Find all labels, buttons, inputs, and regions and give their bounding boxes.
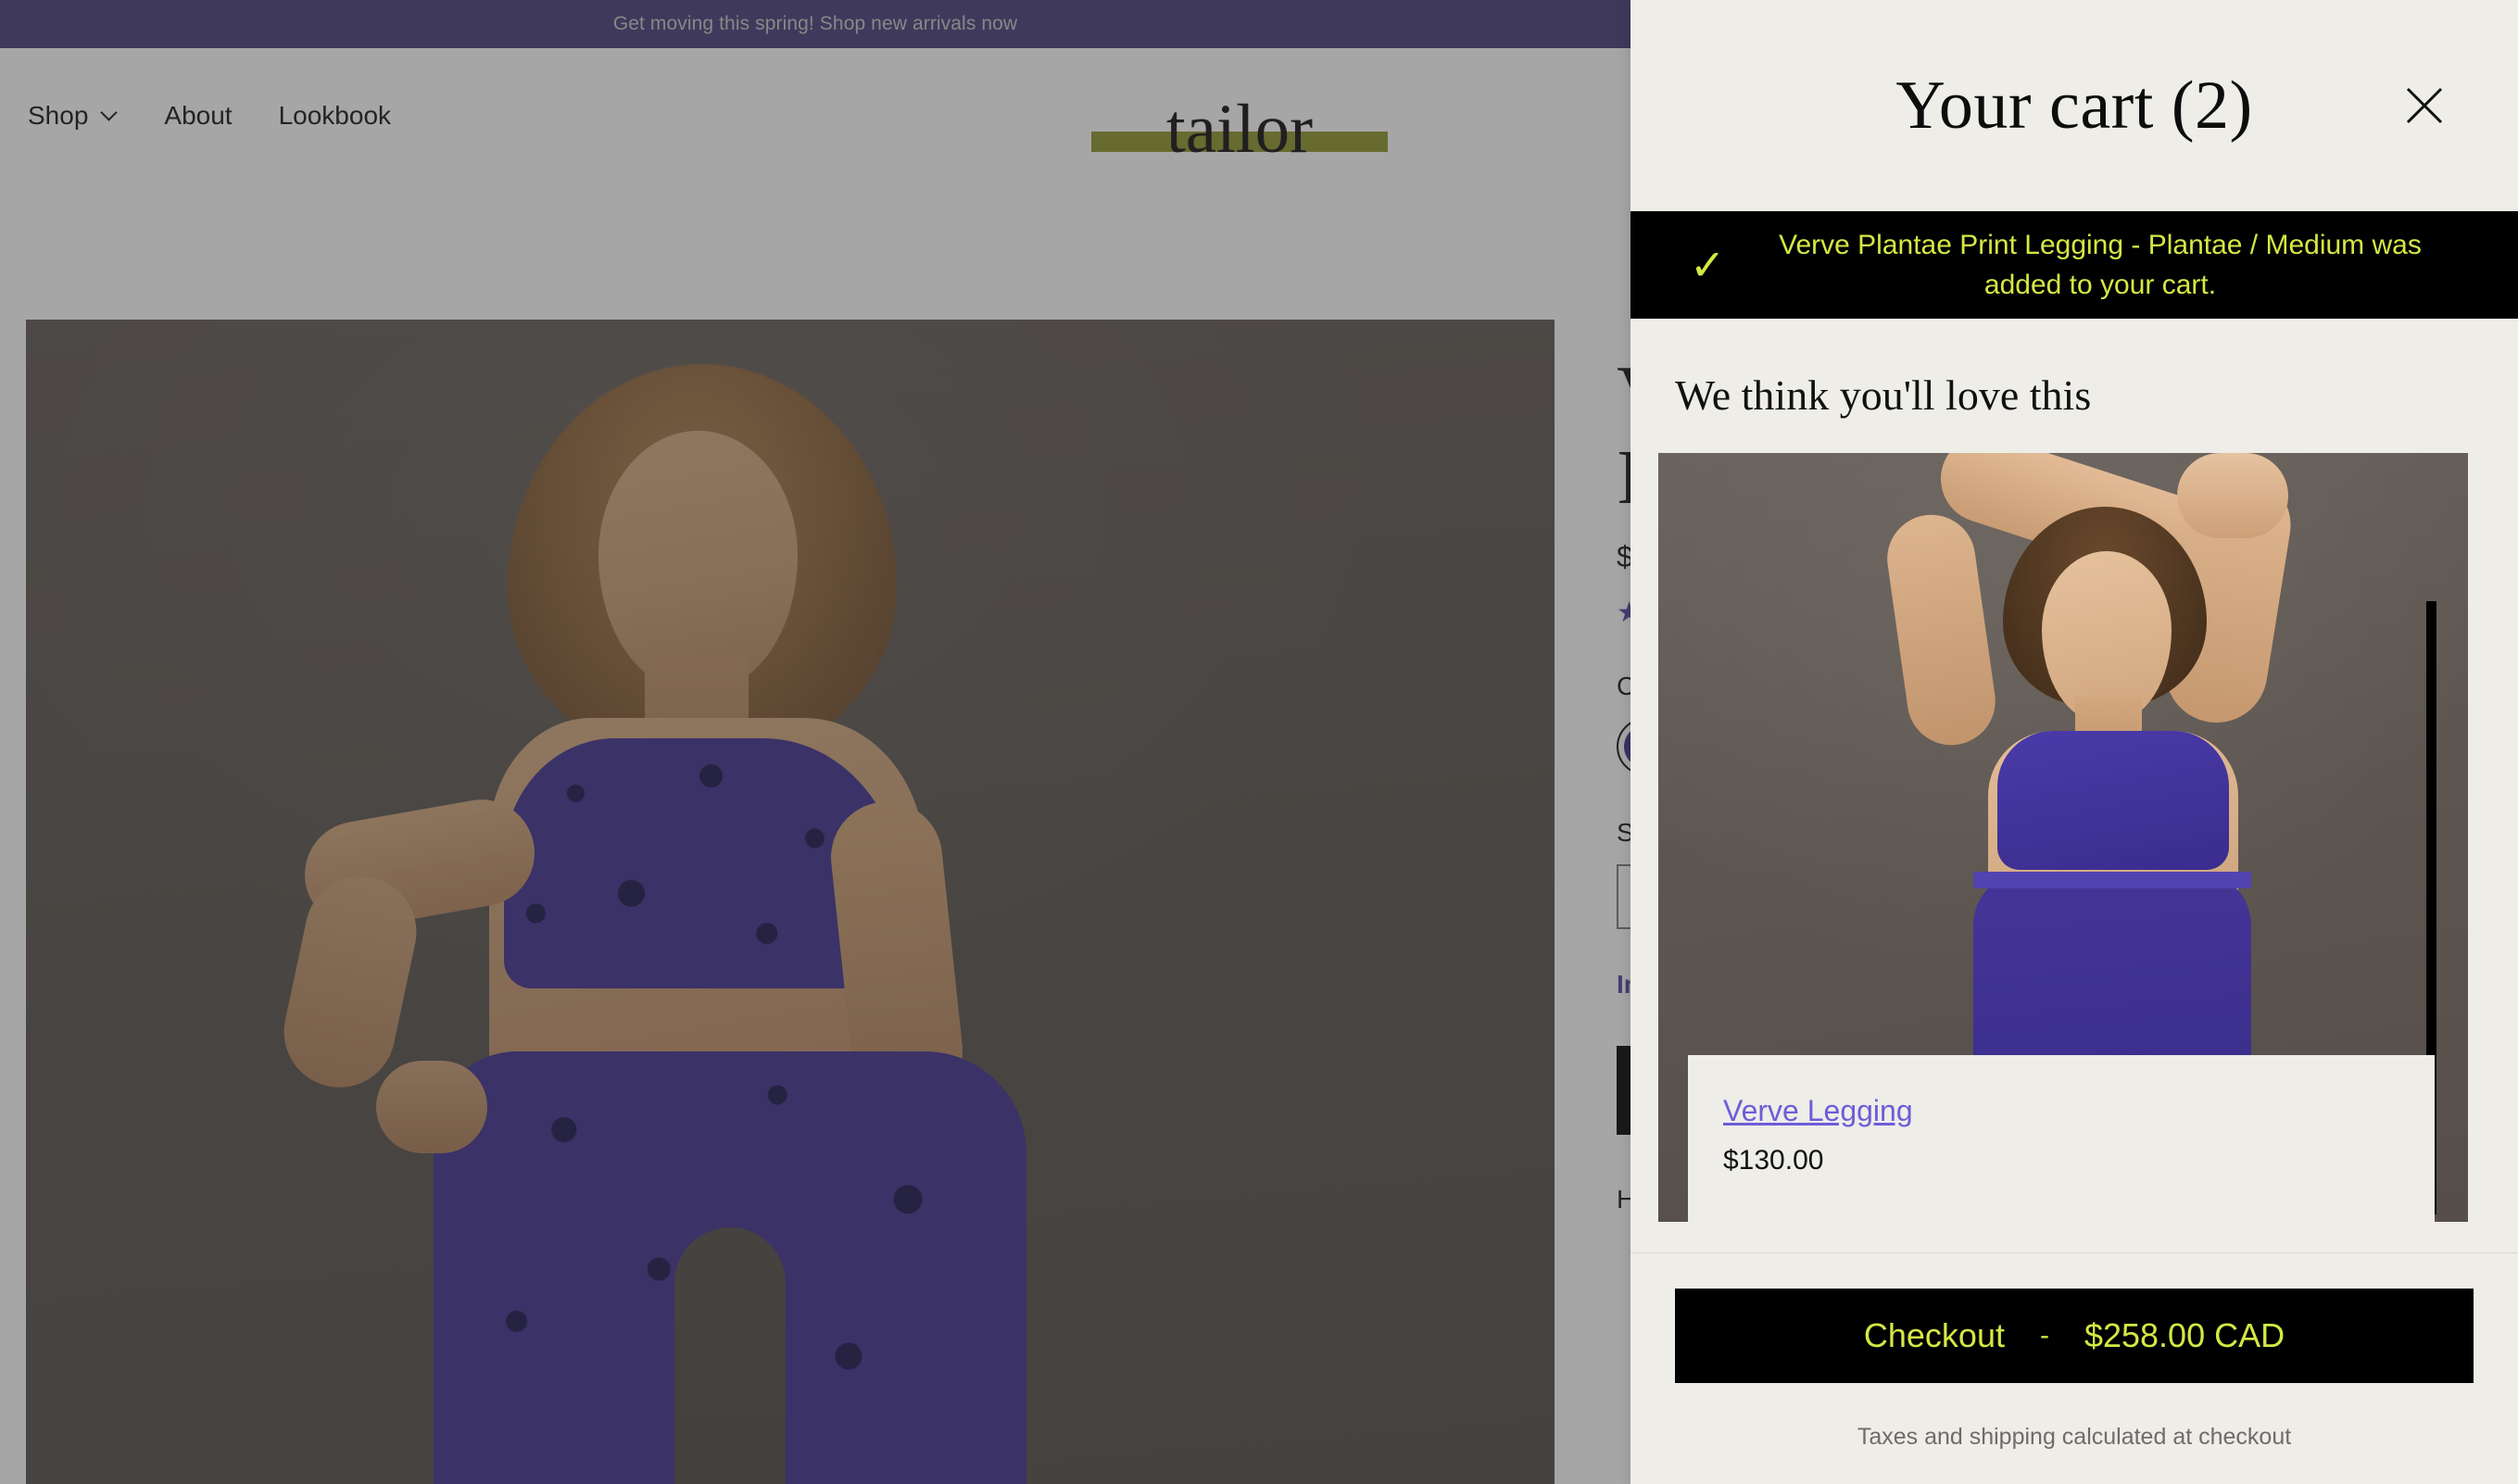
recommendation-section: We think you'll love this Verve Legging … bbox=[1630, 319, 2518, 1252]
checkout-label: Checkout bbox=[1863, 1316, 2005, 1354]
cart-footer: Checkout - $258.00 CAD Taxes and shippin… bbox=[1630, 1252, 2518, 1484]
cart-header: Your cart (2) bbox=[1630, 0, 2518, 211]
announcement-dim-overlay bbox=[0, 0, 1630, 48]
added-to-cart-message: Verve Plantae Print Legging - Plantae / … bbox=[1779, 229, 2422, 301]
cart-drawer: Your cart (2) ✓ Verve Plantae Print Legg… bbox=[1630, 0, 2518, 1484]
recommendation-heading: We think you'll love this bbox=[1675, 371, 2092, 419]
recommendation-product-price: $130.00 bbox=[1723, 1145, 1824, 1176]
checkout-total: $258.00 CAD bbox=[2084, 1316, 2285, 1354]
check-icon: ✓ bbox=[1690, 241, 1726, 289]
cart-title: Your cart (2) bbox=[1895, 67, 2253, 144]
checkout-separator: - bbox=[2039, 1320, 2049, 1351]
checkout-button[interactable]: Checkout - $258.00 CAD bbox=[1675, 1289, 2474, 1383]
recommendation-card[interactable]: Verve Legging $130.00 bbox=[1658, 453, 2468, 1222]
recommendation-info: Verve Legging $130.00 bbox=[1688, 1055, 2435, 1222]
added-to-cart-notice: ✓ Verve Plantae Print Legging - Plantae … bbox=[1630, 211, 2518, 319]
close-icon[interactable] bbox=[2398, 79, 2451, 132]
page-dim-overlay[interactable] bbox=[0, 0, 1630, 1484]
recommendation-product-link[interactable]: Verve Legging bbox=[1723, 1094, 1913, 1128]
taxes-note: Taxes and shipping calculated at checkou… bbox=[1857, 1424, 2292, 1450]
